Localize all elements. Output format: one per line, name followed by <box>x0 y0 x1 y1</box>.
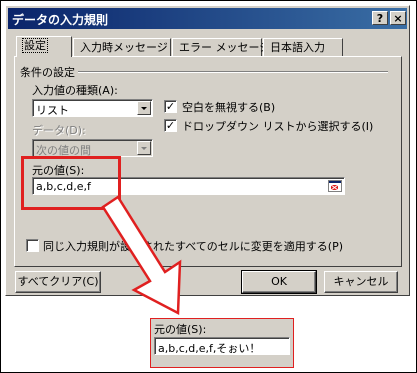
source-highlight-box <box>21 156 121 210</box>
in-cell-dropdown-checkbox[interactable]: ✓ <box>164 119 177 132</box>
close-icon: × <box>393 12 403 25</box>
cancel-button[interactable]: キャンセル <box>324 271 398 293</box>
dialog-title: データの入力規則 <box>12 13 109 27</box>
help-button[interactable]: ? <box>372 11 388 25</box>
allow-select-value: リスト <box>36 104 69 117</box>
ok-button[interactable]: OK <box>241 270 317 294</box>
criteria-group-label: 条件の設定 <box>20 66 75 79</box>
chevron-down-icon[interactable] <box>137 101 151 115</box>
checkmark-icon: ✓ <box>165 100 176 113</box>
clear-all-button[interactable]: すべてクリア(C) <box>15 271 101 293</box>
data-label: データ(D): <box>32 124 86 137</box>
title-bar: データの入力規則 ? × <box>8 8 407 29</box>
in-cell-dropdown-label: ドロップダウン リストから選択する(I) <box>182 120 374 133</box>
apply-to-all-checkbox[interactable] <box>26 239 39 252</box>
data-select: 次の値の間 <box>32 139 153 157</box>
checkmark-icon: ✓ <box>165 119 176 132</box>
tab-error-alert[interactable]: エラー メッセージ <box>172 38 270 57</box>
close-button[interactable]: × <box>390 11 406 25</box>
collapse-dialog-icon[interactable] <box>328 180 342 192</box>
tab-input-message[interactable]: 入力時メッセージ <box>73 38 171 57</box>
callout-source-label: 元の値(S): <box>154 323 207 336</box>
allow-select[interactable]: リスト <box>32 99 153 117</box>
tab-settings[interactable]: 設定 <box>16 36 72 57</box>
chevron-down-icon <box>137 141 151 155</box>
callout-source-input[interactable]: a,b,c,d,e,f,そぉい！ <box>154 337 290 355</box>
allow-label: 入力値の種類(A): <box>32 84 118 97</box>
help-icon: ? <box>376 12 384 25</box>
ignore-blank-label: 空白を無視する(B) <box>182 101 276 114</box>
apply-to-all-label: 同じ入力規則が設定されたすべてのセルに変更を適用する(P) <box>43 240 344 253</box>
callout-source-value: a,b,c,d,e,f,そぉい！ <box>158 342 261 355</box>
tab-ime-mode[interactable]: 日本語入力 <box>263 38 343 57</box>
group-divider <box>78 71 388 73</box>
source-callout: 元の値(S): a,b,c,d,e,f,そぉい！ <box>150 318 294 368</box>
ignore-blank-checkbox[interactable]: ✓ <box>164 100 177 113</box>
